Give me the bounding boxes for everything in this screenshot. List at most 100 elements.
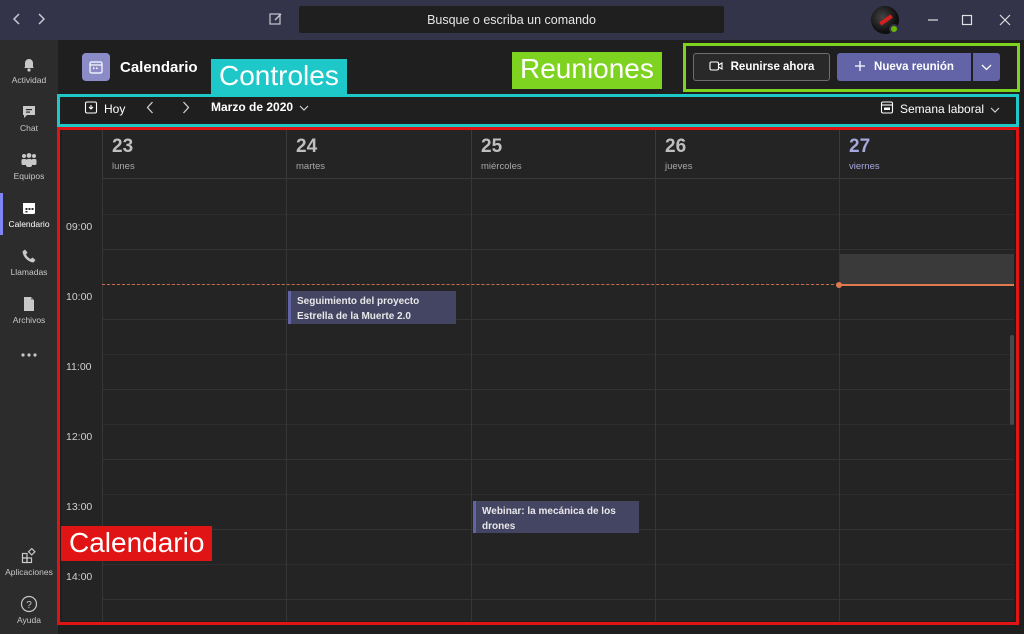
time-label: 10:00 [66, 291, 93, 303]
plus-icon [854, 60, 866, 75]
page-title: Calendario [120, 59, 198, 76]
header-divider [102, 178, 1014, 179]
video-camera-icon [709, 60, 723, 75]
day-header-26[interactable]: 26 jueves [655, 130, 839, 178]
svg-text:?: ? [26, 600, 32, 611]
join-now-button[interactable]: Reunirse ahora [693, 53, 830, 81]
rail-item-more[interactable] [0, 333, 58, 379]
calendar-today-icon [84, 100, 98, 117]
past-time-shading [840, 254, 1014, 284]
today-label: Hoy [104, 101, 126, 116]
month-label: Marzo de 2020 [211, 100, 294, 114]
file-icon [20, 296, 38, 312]
day-separator [839, 130, 840, 621]
forward-icon[interactable] [30, 8, 52, 30]
day-header-23[interactable]: 23 lunes [102, 130, 286, 178]
day-name: viernes [849, 161, 880, 172]
time-label: 11:00 [66, 361, 92, 373]
day-name: miércoles [481, 161, 522, 172]
day-number: 25 [481, 136, 503, 157]
rail-item-aplicaciones[interactable]: Aplicaciones [0, 539, 58, 585]
chevron-down-icon [990, 102, 1000, 116]
rail-item-chat[interactable]: Chat [0, 95, 58, 141]
search-placeholder: Busque o escriba un comando [427, 12, 596, 27]
time-label: 14:00 [66, 571, 93, 583]
time-label: 09:00 [66, 221, 93, 233]
today-button[interactable]: Hoy [84, 100, 125, 117]
view-label: Semana laboral [900, 101, 985, 116]
grid-line [102, 599, 1014, 600]
grid-line [102, 424, 1014, 425]
grid-line [102, 389, 1014, 390]
grid-line [102, 564, 1014, 565]
event-title: Seguimiento del proyecto Estrella de la … [297, 296, 420, 322]
rail-item-llamadas[interactable]: Llamadas [0, 239, 58, 285]
day-separator [471, 130, 472, 621]
rail-item-actividad[interactable]: Actividad [0, 47, 58, 93]
reuniones-annotation-label: Reuniones [512, 52, 662, 89]
event-card[interactable]: Webinar: la mecánica de los drones [473, 501, 639, 533]
rail-item-ayuda[interactable]: ? Ayuda [0, 587, 58, 633]
rail-item-label: Chat [20, 122, 38, 133]
view-picker[interactable]: Semana laboral [880, 100, 1000, 117]
day-number: 26 [665, 136, 687, 157]
teams-window: Busque o escriba un comando Actividad Ch… [0, 0, 1024, 634]
rail-item-label: Llamadas [10, 266, 48, 277]
new-meeting-label: Nueva reunión [874, 61, 954, 73]
day-header-27-today[interactable]: 27 viernes [839, 130, 1014, 178]
rail-item-label: Ayuda [17, 614, 41, 625]
calendar-view-icon [880, 100, 894, 117]
day-separator [286, 130, 287, 621]
day-number: 24 [296, 136, 318, 157]
rail-item-label: Equipos [13, 170, 45, 181]
day-number: 27 [849, 136, 871, 157]
presence-available-icon [889, 24, 899, 34]
minimize-icon[interactable] [922, 9, 944, 31]
grid-line [102, 319, 1014, 320]
apps-icon [20, 547, 38, 564]
search-input[interactable]: Busque o escriba un comando [299, 6, 724, 33]
teams-icon [20, 152, 38, 168]
grid-line [102, 249, 1014, 250]
prev-week-icon[interactable] [146, 101, 154, 114]
chat-icon [20, 104, 38, 120]
day-header-24[interactable]: 24 martes [286, 130, 471, 178]
new-meeting-button[interactable]: Nueva reunión [837, 53, 971, 81]
day-separator [655, 130, 656, 621]
time-label: 13:00 [66, 501, 93, 513]
rail-item-label: Aplicaciones [5, 566, 53, 577]
new-meeting-dropdown[interactable] [973, 53, 1000, 81]
grid-line [102, 459, 1014, 460]
rail-item-label: Actividad [11, 74, 47, 85]
grid-line [102, 494, 1014, 495]
calendario-annotation-label: Calendario [61, 526, 213, 561]
grid-line [102, 354, 1014, 355]
event-title: Webinar: la mecánica de los drones [482, 506, 616, 532]
back-icon[interactable] [6, 8, 28, 30]
event-card[interactable]: Seguimiento del proyecto Estrella de la … [288, 291, 456, 324]
app-rail: Actividad Chat Equipos Calendario Llamad… [0, 40, 58, 634]
join-now-label: Reunirse ahora [730, 61, 815, 73]
rail-item-label: Calendario [8, 218, 50, 229]
maximize-icon[interactable] [956, 9, 978, 31]
rail-item-archivos[interactable]: Archivos [0, 287, 58, 333]
day-header-25[interactable]: 25 miércoles [471, 130, 655, 178]
current-time-line [102, 284, 839, 285]
scrollbar[interactable] [1010, 335, 1014, 425]
title-bar: Busque o escriba un comando [0, 0, 1024, 40]
current-time-line-today [839, 284, 1014, 286]
next-week-icon[interactable] [182, 101, 190, 114]
calendar-app-icon [82, 53, 110, 81]
rail-item-equipos[interactable]: Equipos [0, 143, 58, 189]
close-icon[interactable] [994, 9, 1016, 31]
calendar-toolbar: Hoy Marzo de 2020 Semana laboral [62, 97, 1014, 123]
rail-item-calendario[interactable]: Calendario [0, 191, 58, 237]
compose-icon[interactable] [265, 8, 287, 30]
month-picker[interactable]: Marzo de 2020 [211, 100, 309, 114]
day-number: 23 [112, 136, 134, 157]
calendar-icon [20, 200, 38, 216]
controles-annotation-label: Controles [211, 59, 347, 96]
chevron-down-icon [299, 100, 309, 114]
more-icon [20, 347, 38, 363]
help-icon: ? [20, 595, 38, 612]
